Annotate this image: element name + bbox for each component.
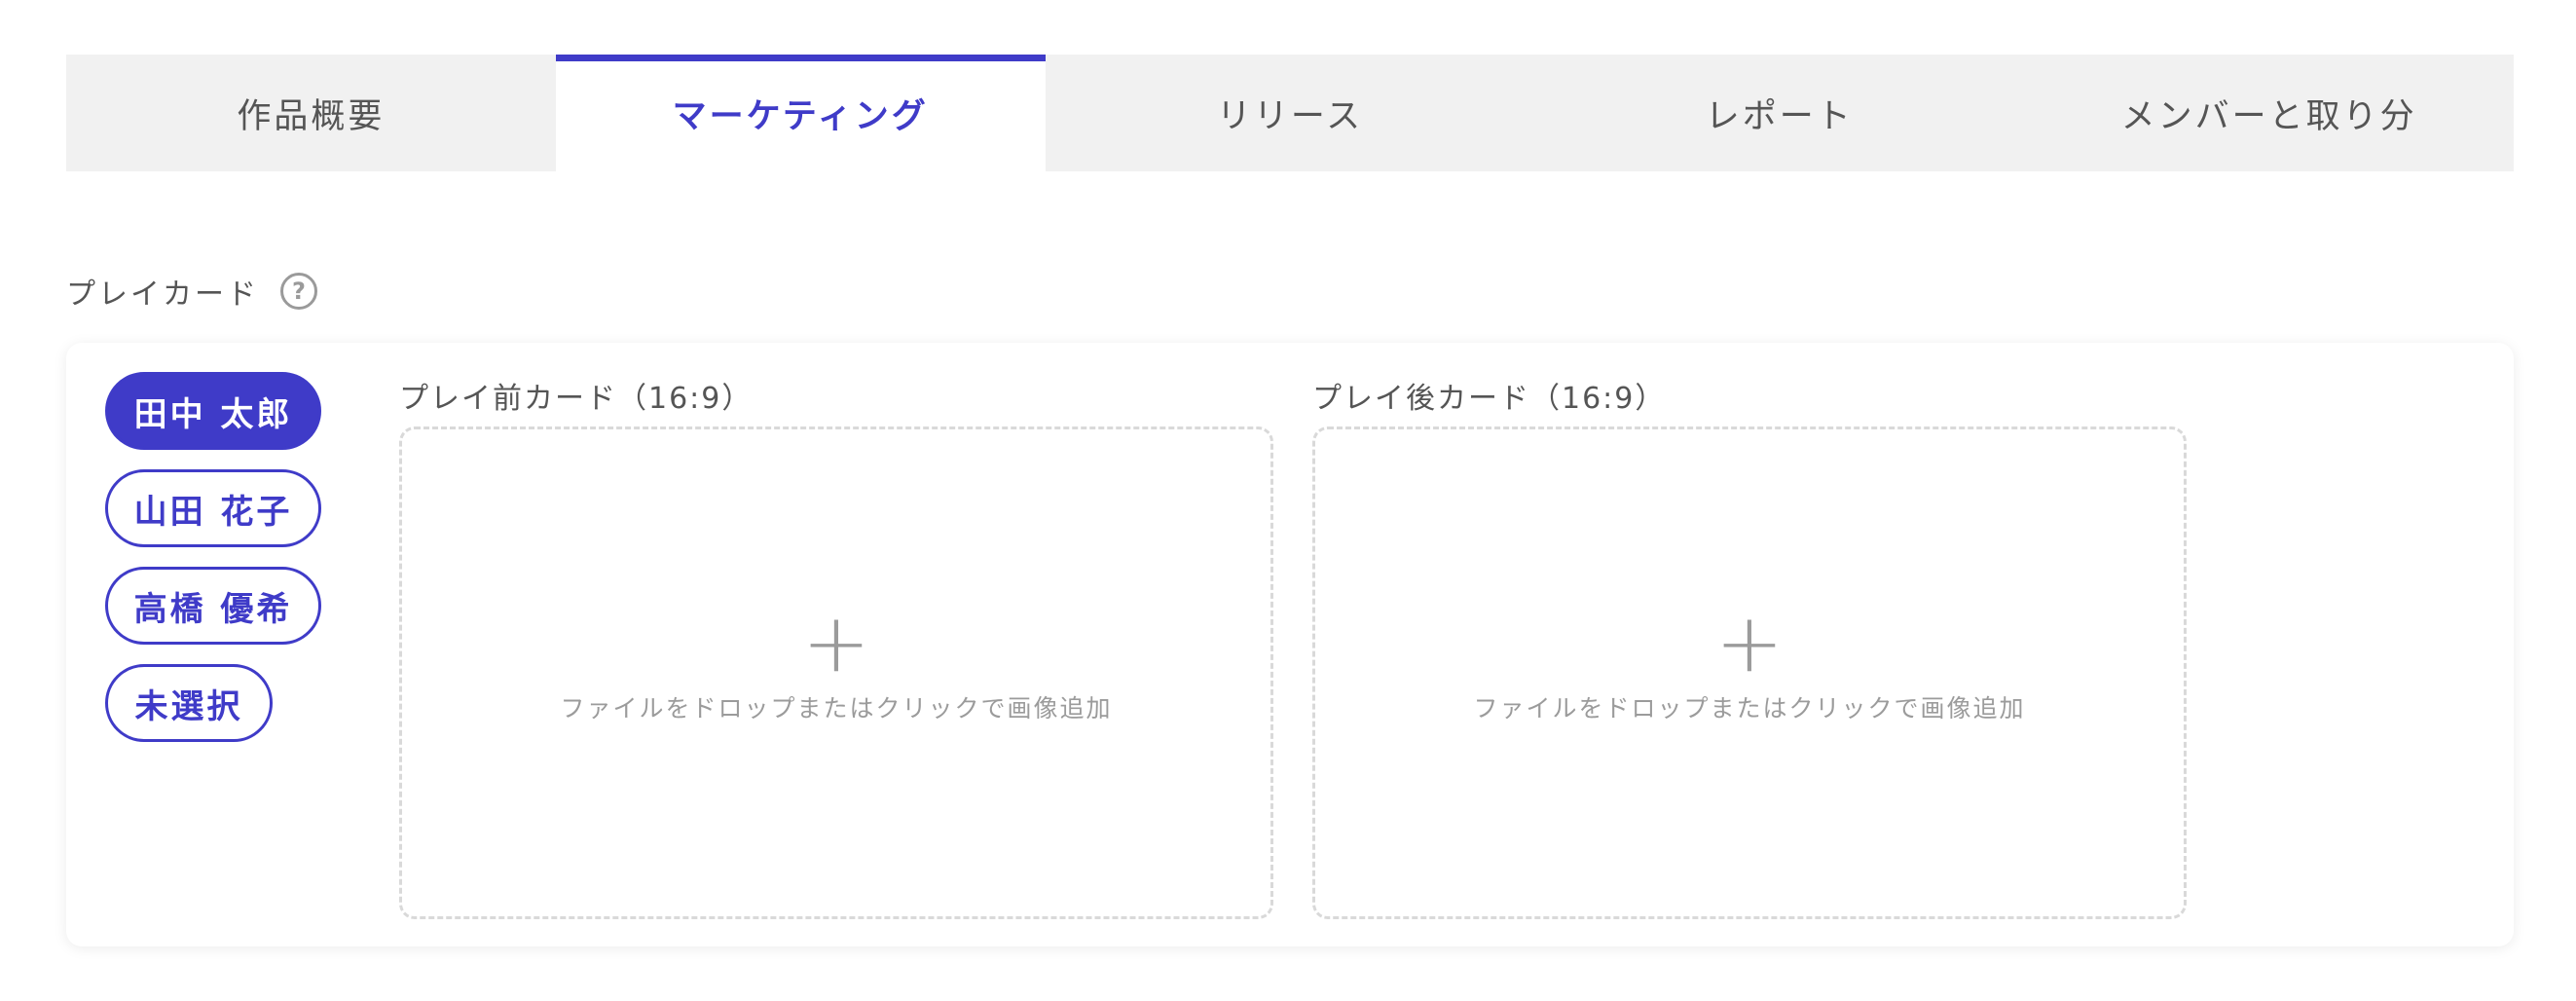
tab-bar: 作品概要 マーケティング リリース レポート メンバーと取り分 — [66, 55, 2514, 171]
tab-members-share[interactable]: メンバーと取り分 — [2024, 55, 2514, 171]
plus-icon: + — [801, 595, 871, 690]
member-chip[interactable]: 田中 太郎 — [105, 372, 321, 450]
section-header: プレイカード ? — [66, 269, 317, 314]
member-chip[interactable]: 高橋 優希 — [105, 567, 321, 645]
tab-marketing[interactable]: マーケティング — [555, 55, 1046, 171]
member-chip[interactable]: 山田 花子 — [105, 469, 321, 547]
play-card-panel: 田中 太郎 山田 花子 高橋 優希 未選択 プレイ前カード（16:9） + ファ… — [66, 343, 2514, 946]
pre-play-card-dropzone[interactable]: + ファイルをドロップまたはクリックで画像追加 — [399, 426, 1273, 919]
section-title: プレイカード — [66, 278, 259, 312]
dropzone-hint: ファイルをドロップまたはクリックで画像追加 — [560, 694, 1113, 723]
dropzone-label: プレイ前カード（16:9） — [399, 382, 754, 416]
tab-overview[interactable]: 作品概要 — [66, 55, 556, 171]
plus-icon: + — [1714, 595, 1785, 690]
question-circle-icon[interactable]: ? — [280, 273, 317, 310]
tab-release[interactable]: リリース — [1046, 55, 1535, 171]
member-chip-unselected[interactable]: 未選択 — [105, 664, 273, 742]
tab-report[interactable]: レポート — [1534, 55, 2024, 171]
post-play-card-dropzone[interactable]: + ファイルをドロップまたはクリックで画像追加 — [1312, 426, 2187, 919]
dropzone-hint: ファイルをドロップまたはクリックで画像追加 — [1473, 694, 2026, 723]
dropzone-label: プレイ後カード（16:9） — [1312, 382, 1667, 416]
